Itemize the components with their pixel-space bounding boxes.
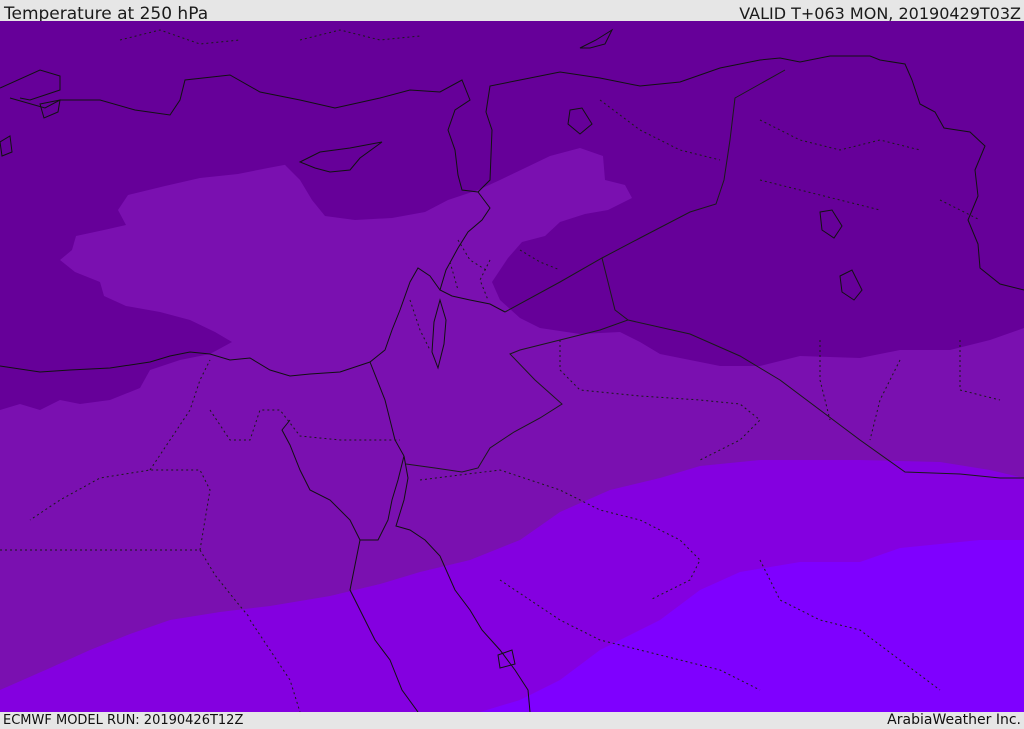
map-footer: ECMWF MODEL RUN: 20190426T12Z ArabiaWeat… — [0, 712, 1024, 729]
map-header: Temperature at 250 hPa VALID T+063 MON, … — [0, 0, 1024, 24]
model-run: ECMWF MODEL RUN: 20190426T12Z — [3, 713, 244, 728]
temperature-map — [0, 21, 1024, 712]
credit: ArabiaWeather Inc. — [887, 712, 1021, 728]
